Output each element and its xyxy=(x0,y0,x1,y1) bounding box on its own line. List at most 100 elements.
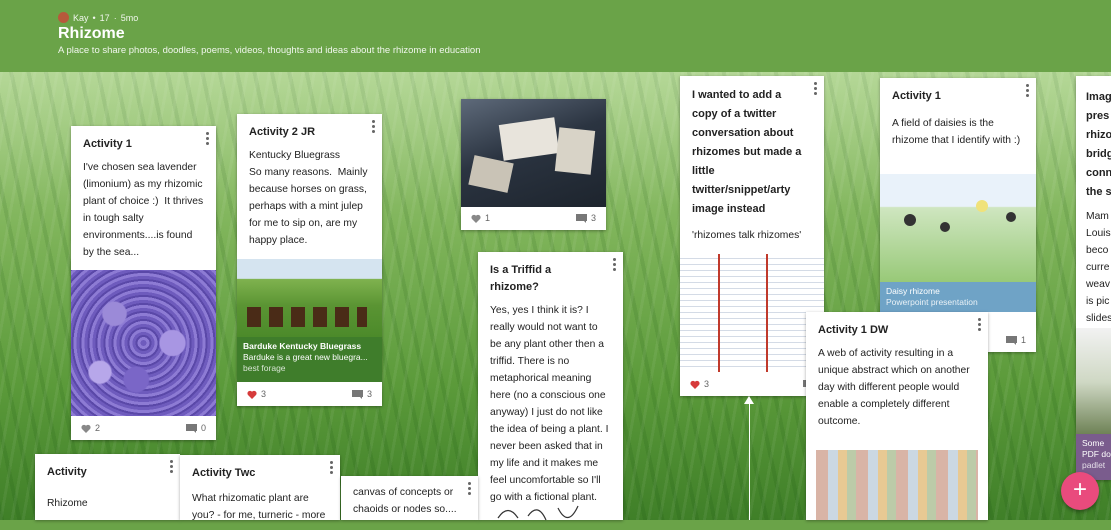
more-options-icon[interactable] xyxy=(613,258,617,273)
post-body: Yes, yes I think it is? I really would n… xyxy=(490,305,612,503)
red-doodle-line xyxy=(766,254,768,372)
daisy-flower xyxy=(1006,212,1016,222)
book xyxy=(554,127,596,175)
more-options-icon[interactable] xyxy=(372,120,376,135)
like-count: 2 xyxy=(95,422,101,433)
collage-photo[interactable] xyxy=(816,450,978,520)
post-card-activity-two[interactable]: Activity Twc What rhizomatic plant are y… xyxy=(180,455,340,521)
caption-text: Powerpoint presentation xyxy=(886,297,978,307)
more-options-icon[interactable] xyxy=(1026,84,1030,99)
like-heart-icon[interactable] xyxy=(247,390,257,399)
more-options-icon[interactable] xyxy=(206,132,210,147)
post-body: A field of daisies is the rhizome that I… xyxy=(892,118,1021,146)
author-points: 17 xyxy=(99,12,110,23)
caption-sub: padlet xyxy=(1082,460,1106,470)
daisy-flower xyxy=(976,200,988,212)
comment-count: 1 xyxy=(1020,334,1026,345)
post-body: Kentucky Bluegrass So many reasons. Main… xyxy=(249,150,368,246)
connector-line xyxy=(749,402,750,520)
post-card-activity-rhizome[interactable]: Activity Rhizome xyxy=(35,454,180,520)
post-title: Activity xyxy=(47,466,87,478)
post-card-activity-1-sea-lavender[interactable]: Activity 1 I've chosen sea lavender (lim… xyxy=(71,126,216,440)
author-meta: Kay • 17 · 5mo xyxy=(58,12,1111,23)
post-age: 5mo xyxy=(120,12,139,23)
daisy-flower xyxy=(904,214,916,226)
add-post-button[interactable]: + xyxy=(1061,472,1099,510)
connector-arrowhead xyxy=(744,396,754,404)
link-caption[interactable]: Daisy rhizome Powerpoint presentation xyxy=(880,282,1036,312)
caption-title: Barduke Kentucky Bluegrass xyxy=(243,341,362,351)
caption-title: Daisy rhizome xyxy=(886,286,940,296)
more-options-icon[interactable] xyxy=(468,482,472,497)
post-card-partial-presentation[interactable]: Imag pres rhizo bridg conn the s Mam Lou… xyxy=(1076,76,1111,480)
page-title: Rhizome xyxy=(58,25,125,42)
like-heart-icon[interactable] xyxy=(81,424,91,433)
post-body: Mam Louis beco curre weav is pic slides xyxy=(1086,211,1111,324)
post-title: Activity 2 JR xyxy=(249,126,316,138)
comment-count: 3 xyxy=(590,212,596,223)
post-body: Rhizome xyxy=(47,498,88,509)
post-title: I wanted to add a copy of a twitter conv… xyxy=(692,89,802,215)
post-card-twitter-snippet[interactable]: I wanted to add a copy of a twitter conv… xyxy=(680,76,824,396)
sea-lavender-photo[interactable] xyxy=(71,270,216,416)
post-card-canvas-of-concepts[interactable]: canvas of concepts or chaoids or nodes s… xyxy=(341,476,478,520)
desk-photo[interactable] xyxy=(461,99,606,207)
like-heart-icon[interactable] xyxy=(690,380,700,389)
post-footer: 1 3 xyxy=(461,206,606,230)
post-body: A web of activity resulting in a unique … xyxy=(818,348,973,427)
post-card-activity-1-dw[interactable]: Activity 1 DW A web of activity resultin… xyxy=(806,312,988,520)
presentation-thumbnail[interactable] xyxy=(1076,328,1111,436)
post-body: canvas of concepts or chaoids or nodes s… xyxy=(353,487,457,515)
horses-pasture-photo[interactable] xyxy=(237,259,382,337)
post-title: Activity Twc xyxy=(192,467,256,479)
horses-silhouette xyxy=(247,307,367,327)
like-count: 3 xyxy=(261,388,267,399)
caption-text: PDF do xyxy=(1082,449,1111,459)
daisy-flower xyxy=(940,222,950,232)
post-card-desk-photo[interactable]: 1 3 xyxy=(461,99,606,230)
author-name[interactable]: Kay xyxy=(73,13,89,23)
post-title: Imag pres rhizo bridg conn the s xyxy=(1086,91,1111,198)
post-footer: 3 xyxy=(680,372,824,396)
doodle-sketch xyxy=(497,505,579,521)
comment-icon[interactable] xyxy=(575,213,587,223)
page-description: A place to share photos, doodles, poems,… xyxy=(58,45,481,56)
notebook xyxy=(468,155,514,193)
post-title: Is a Triffid a rhizome? xyxy=(490,264,552,293)
post-card-triffid[interactable]: Is a Triffid a rhizome? Yes, yes I think… xyxy=(478,252,623,521)
like-count: 3 xyxy=(704,378,710,389)
daisy-drawing[interactable] xyxy=(880,174,1036,282)
comment-count: 0 xyxy=(200,422,206,433)
post-title: Activity 1 xyxy=(892,90,941,102)
caption-title: Some xyxy=(1082,438,1105,448)
link-caption[interactable]: Barduke Kentucky Bluegrass Barduke is a … xyxy=(237,337,382,382)
post-title: Activity 1 DW xyxy=(818,324,889,336)
post-footer: 2 0 xyxy=(71,416,216,440)
post-body: What rhizomatic plant are you? - for me,… xyxy=(192,493,326,521)
comment-count: 3 xyxy=(366,388,372,399)
twitter-arty-image[interactable] xyxy=(680,254,824,372)
age-separator: · xyxy=(113,12,117,23)
red-doodle-line xyxy=(718,254,720,372)
post-body: I've chosen sea lavender (limonium) as m… xyxy=(83,162,207,258)
more-options-icon[interactable] xyxy=(978,318,982,333)
post-card-activity-2-jr[interactable]: Activity 2 JR Kentucky Bluegrass So many… xyxy=(237,114,382,406)
paper-sheet xyxy=(498,117,560,161)
more-options-icon[interactable] xyxy=(330,461,334,476)
author-avatar[interactable] xyxy=(58,12,69,23)
post-body: 'rhizomes talk rhizomes' xyxy=(692,230,802,241)
points-separator: • xyxy=(92,12,96,23)
padlet-header: Kay • 17 · 5mo Rhizome A place to share … xyxy=(0,0,1111,72)
comment-icon[interactable] xyxy=(1005,335,1017,345)
post-title: Activity 1 xyxy=(83,138,132,150)
caption-sub: best forage xyxy=(243,363,286,373)
post-card-activity-1-daisies[interactable]: Activity 1 A field of daisies is the rhi… xyxy=(880,78,1036,352)
caption-text: Barduke is a great new bluegra... xyxy=(243,352,368,362)
post-footer: 3 3 xyxy=(237,382,382,406)
more-options-icon[interactable] xyxy=(170,460,174,475)
comment-icon[interactable] xyxy=(185,423,197,433)
like-heart-icon[interactable] xyxy=(471,214,481,223)
like-count: 1 xyxy=(485,212,491,223)
more-options-icon[interactable] xyxy=(814,82,818,97)
comment-icon[interactable] xyxy=(351,389,363,399)
